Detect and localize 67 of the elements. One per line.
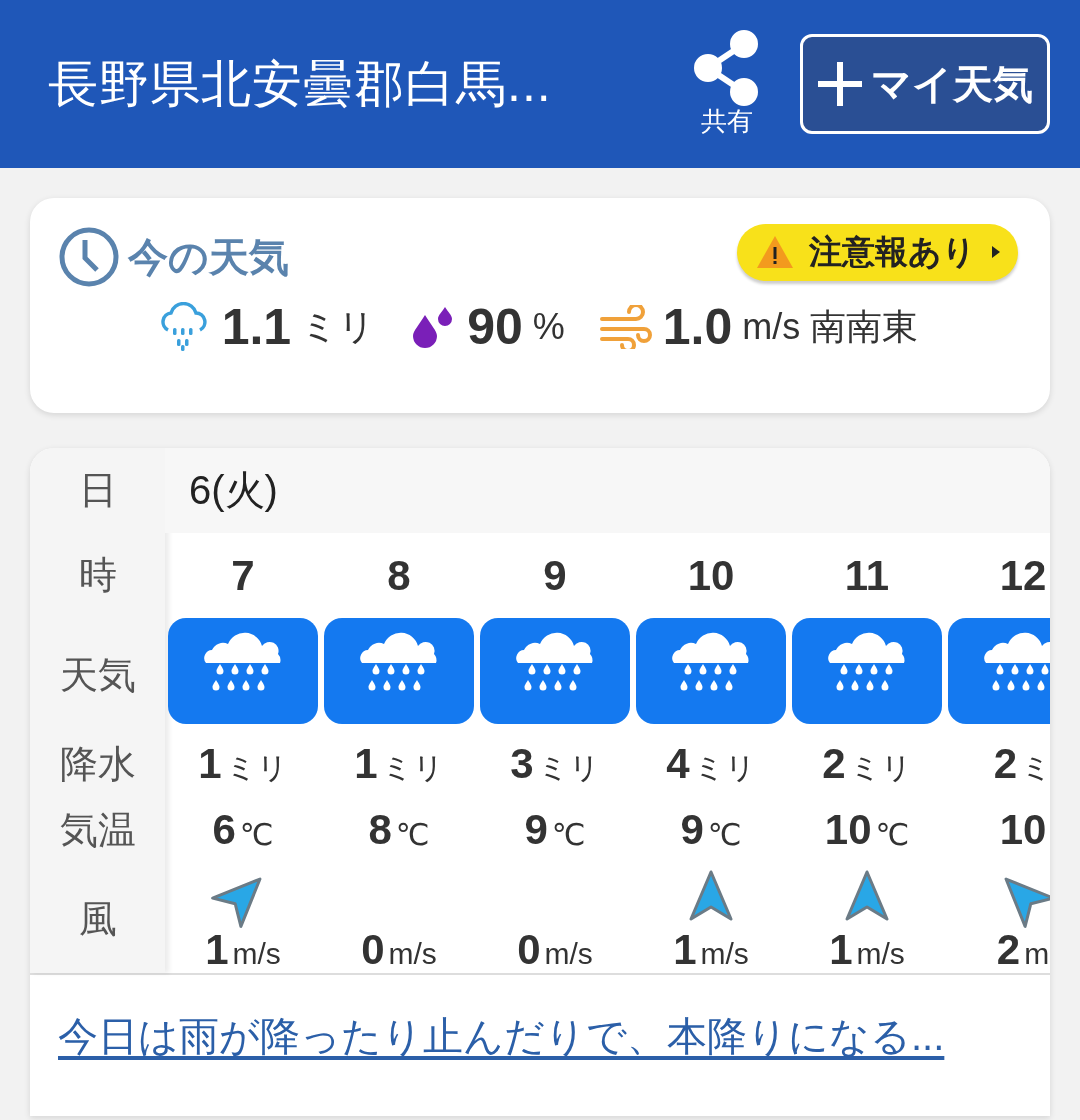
wind-speed-unit: m/s [388,937,437,971]
hour-label: 7 [231,551,255,600]
precipitation-unit: ミリ [225,749,288,786]
temperature-value: 10 [824,806,872,854]
row-label: 天気 [58,653,137,698]
wind-speed-unit: m/s [700,937,749,971]
warning-icon [755,234,795,270]
humidity-value: 90 [467,298,523,356]
row-label: 時 [77,553,118,598]
wind-speed-unit: m/s [544,937,593,971]
my-weather-button[interactable]: マイ天気 [800,34,1050,134]
wind-speed-unit: m/s [742,306,801,348]
temperature-value: 8 [368,806,392,854]
hour-label: 11 [844,551,890,600]
row-label: 気温 [58,807,137,853]
precipitation-value: 1.1 [221,298,292,356]
hour-label: 12 [999,551,1047,600]
wind-direction: 南南東 [810,304,919,349]
forecast-summary-link[interactable]: 今日は雨が降ったり止んだりで、本降りになる... [58,1014,945,1058]
humidity-unit: % [532,306,565,348]
hour-label: 8 [387,551,411,600]
precipitation-unit: ミリ [693,749,756,786]
temperature-value: 9 [524,806,548,854]
page-title: 長野県北安曇郡白馬... [48,54,553,114]
temperature-unit: ℃ [395,816,430,852]
temperature-unit: ℃ [551,816,586,852]
precipitation-unit: ミリ [301,304,376,349]
precipitation-unit: ミリ [849,749,912,786]
temperature-value: 10 [999,806,1047,854]
wind-speed-value: 0 [361,926,385,974]
temperature-unit: ℃ [239,816,274,852]
caret-icon [990,244,1002,260]
precipitation-unit: ミリ [381,749,444,786]
wind-speed-value: 1 [673,926,697,974]
wind-speed-value: 1 [205,926,229,974]
section-title: 今の天気 [128,232,289,282]
share-icon [694,29,760,106]
wind-speed-value: 1.0 [662,298,733,356]
precipitation-value: 1 [198,740,222,788]
row-label: 風 [77,896,118,942]
clock-icon [58,226,120,288]
alert-button[interactable]: 注意報あり [737,223,1018,281]
precipitation-value: 2 [822,740,846,788]
hour-label: 9 [543,551,567,600]
plus-icon [815,59,865,109]
row-label: 降水 [58,741,137,787]
temperature-unit: ℃ [707,816,742,852]
row-label: 日 [77,468,118,513]
wind-speed-unit: m/s [856,937,905,971]
precipitation-value: 3 [510,740,534,788]
wind-speed-unit: m/s [232,937,281,971]
temperature-value: 9 [680,806,704,854]
wind-speed-unit: m [1024,937,1050,971]
precipitation-unit: ミ [1021,749,1050,786]
temperature-value: 6 [212,806,236,854]
date-label: 6(火) [165,448,1050,533]
precipitation-value: 2 [993,740,1018,788]
precipitation-value: 1 [354,740,378,788]
temperature-unit: ℃ [875,816,910,852]
wind-speed-value: 0 [517,926,541,974]
share-button[interactable]: 共有 [694,29,760,139]
wind-speed-value: 1 [829,926,853,974]
precipitation-unit: ミリ [537,749,600,786]
wind-icon [598,305,653,349]
wind-speed-value: 2 [996,926,1021,974]
precipitation-value: 4 [666,740,690,788]
hour-label: 10 [687,551,735,600]
